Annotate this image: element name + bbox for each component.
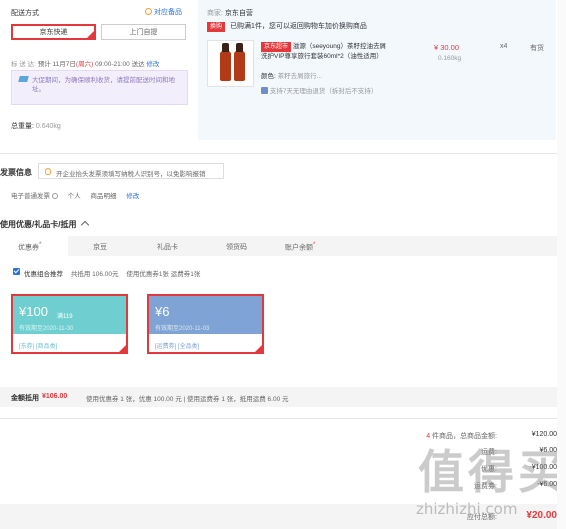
coupon-condition: 满119 <box>57 314 73 320</box>
coupon-amount: ¥100 <box>19 304 48 319</box>
product-name-line1: 滋源（seeyoung）茶籽控油去屑 <box>292 43 387 50</box>
product-qty: x4 <box>500 43 508 50</box>
shipping-option-jd-express[interactable]: 京东快递 <box>11 24 96 40</box>
delivery-window: 09:00-21:00 送达 <box>95 61 145 68</box>
tab-label: 账户余额 <box>285 244 313 252</box>
return-note: 支持7天无理由退货（拆封后不支持） <box>269 88 378 95</box>
product-name-line2: 洗护VIP尊享旅行套装60ml*2（油性适用） <box>261 53 383 60</box>
invoice-holder: 个人 <box>67 193 81 200</box>
promo-text[interactable]: 已购满1件，您可以返回购物车加价换购商品 <box>230 23 367 30</box>
shipping-option-label: 京东快递 <box>39 29 68 36</box>
weight-value: 0.640kg <box>35 123 61 130</box>
help-icon[interactable] <box>51 193 58 199</box>
info-icon <box>145 8 152 15</box>
delivery-date: 预计 11月7日 <box>37 61 76 68</box>
product-title[interactable]: 京东超市 滋源（seeyoung）茶籽控油去屑 洗护VIP尊享旅行套装60ml*… <box>261 42 411 62</box>
coupon-limit: [东券] [商品类] <box>19 344 58 350</box>
discount-summary-detail: 使用优惠券 1 张，优惠 100.00 元 | 使用运费券 1 张，抵用运费 6… <box>86 396 289 403</box>
shipping-title: 配送方式 <box>11 10 39 17</box>
compare-link[interactable]: 对应备品 <box>145 7 182 17</box>
return-icon <box>261 87 268 94</box>
weight-row: 总重量: 0.640kg <box>11 121 61 131</box>
invoice-detail-row: 电子普通发票 个人 商品明细 修改 <box>11 190 139 200</box>
invoice-content: 商品明细 <box>90 193 117 200</box>
delivery-notice: 大促期间，为确保顺利收货，请提前配送时间和地址。 <box>11 70 188 105</box>
weight-label: 总重量: <box>11 123 34 130</box>
product-price: ¥ 30.00 <box>434 43 460 52</box>
invoice-edit-link[interactable]: 修改 <box>126 193 139 200</box>
tab-coupons[interactable]: 优惠券* <box>18 242 41 252</box>
discount-summary-bar: 金额抵用 ¥106.00 使用优惠券 1 张，优惠 100.00 元 | 使用运… <box>0 387 557 407</box>
seller-label: 商家: <box>207 10 223 17</box>
tab-gift-card[interactable]: 礼品卡 <box>157 242 178 252</box>
bottle-image <box>234 43 245 81</box>
selected-check-icon <box>87 31 94 38</box>
payable-value: ¥20.00 <box>526 510 557 521</box>
divider <box>0 153 557 154</box>
delivery-label: 标 送 达: <box>11 61 36 68</box>
discount-summary-label: 金额抵用 <box>11 395 39 402</box>
compare-link-label: 对应备品 <box>153 9 182 16</box>
optimal-combo-summary: 共抵用 106.00元 <box>70 271 119 278</box>
coupon-tabbar: 优惠券* 京豆 礼品卡 领货码 账户余额* <box>0 236 557 256</box>
color-label: 颜色: <box>261 73 276 80</box>
return-policy-row: 支持7天无理由退货（拆封后不支持） <box>261 85 377 95</box>
invoice-type: 电子普通发票 <box>11 193 50 200</box>
delivery-modify-link[interactable]: 修改 <box>146 61 159 68</box>
product-thumbnail[interactable] <box>207 40 254 87</box>
tab-balance[interactable]: 账户余额* <box>285 242 315 252</box>
coupon-section-title[interactable]: 使用优惠/礼品卡/抵用 <box>0 219 89 230</box>
selected-check-icon <box>119 345 126 352</box>
selected-check-icon <box>255 345 262 352</box>
discount-summary-amount: ¥106.00 <box>42 393 68 400</box>
jd-supermarket-badge: 京东超市 <box>261 42 292 52</box>
shipping-option-label: 上门自提 <box>129 29 158 36</box>
coupon-card-100[interactable]: ¥100 满119 有效期至2020-11-30 [东券] [商品类] <box>11 294 128 354</box>
optimal-combo-row: 优惠组合推荐 共抵用 106.00元 使用优惠券1张 运费券1张 <box>24 268 200 278</box>
coupon-expiry: 有效期至2020-11-03 <box>155 326 210 332</box>
optimal-combo-checkbox[interactable] <box>13 268 20 275</box>
coupon-amount: ¥6 <box>155 304 170 319</box>
tab-pickup-code[interactable]: 领货码 <box>226 242 247 252</box>
tab-label: 优惠券 <box>18 244 39 252</box>
notice-flag-icon <box>18 76 29 82</box>
coupon-limit: [运费券] [全品类] <box>155 344 200 350</box>
seller-row: 商家: 京东自营 <box>207 8 253 18</box>
invoice-tip-text: 开企业抬头发票须填写纳税人识别号，以免影响报销 <box>56 171 206 178</box>
delivery-time-row: 标 送 达: 预计 11月7日(周六) 09:00-21:00 送达 修改 <box>11 58 159 68</box>
bottle-image <box>220 43 231 81</box>
tab-jd-beans[interactable]: 京豆 <box>93 242 107 252</box>
optimal-combo-used: 使用优惠券1张 运费券1张 <box>126 271 201 278</box>
coupon-card-6[interactable]: ¥6 有效期至2020-11-03 [运费券] [全品类] <box>147 294 264 354</box>
delivery-weekday: (周六) <box>75 61 94 68</box>
lightbulb-icon <box>45 168 51 175</box>
right-scroll-gutter <box>557 0 566 529</box>
site-watermark-url: zhizhizhi.com <box>416 500 518 518</box>
invoice-tip: 开企业抬头发票须填写纳税人识别号，以免影响报销 <box>38 163 224 179</box>
color-value: 茶籽去屑旅行... <box>277 73 323 80</box>
seller-name: 京东自营 <box>224 10 253 17</box>
coupon-section-label: 使用优惠/礼品卡/抵用 <box>0 220 77 229</box>
promo-row: 换购 已购满1件，您可以返回购物车加价换购商品 <box>207 21 367 32</box>
notice-text: 大促期间，为确保顺利收货，请提前配送时间和地址。 <box>32 77 175 93</box>
product-weight: 0.160kg <box>438 55 462 62</box>
product-color-row: 颜色: 茶籽去屑旅行... <box>261 70 322 80</box>
site-watermark: 值 得 买 <box>418 445 564 499</box>
shipping-option-pickup[interactable]: 上门自提 <box>101 24 186 40</box>
optimal-combo-label: 优惠组合推荐 <box>24 271 63 278</box>
promo-tag: 换购 <box>207 22 226 32</box>
divider <box>0 418 557 419</box>
product-stock: 有货 <box>530 45 544 52</box>
invoice-title: 发票信息 <box>0 168 32 177</box>
chevron-up-icon <box>80 220 89 230</box>
coupon-expiry: 有效期至2020-11-30 <box>19 326 74 332</box>
